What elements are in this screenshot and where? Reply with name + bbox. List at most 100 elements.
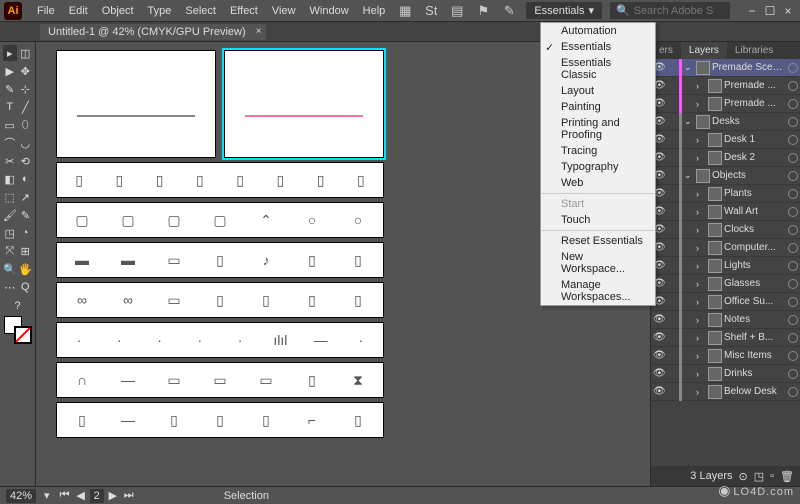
workspace-option[interactable]: Printing and Proofing bbox=[541, 115, 655, 143]
stock-icon[interactable]: St bbox=[422, 2, 440, 20]
tool-button[interactable]: ⋯ bbox=[3, 279, 17, 295]
target-icon[interactable] bbox=[788, 117, 798, 127]
artboard-strip[interactable]: ▯▯▯▯▯▯▯▯ bbox=[56, 162, 384, 198]
menu-type[interactable]: Type bbox=[141, 3, 179, 19]
search-input[interactable] bbox=[634, 5, 714, 17]
artboard-strip[interactable]: ∩—▭▭▭▯⧗ bbox=[56, 362, 384, 398]
window-close[interactable]: × bbox=[780, 3, 796, 19]
artboard-number[interactable]: 2 bbox=[90, 489, 104, 503]
tool-button[interactable]: ▶ bbox=[3, 63, 17, 79]
bridge-icon[interactable]: ▦ bbox=[396, 2, 414, 20]
layer-row[interactable]: 👁›Glasses bbox=[651, 275, 800, 293]
expand-icon[interactable]: › bbox=[696, 243, 706, 253]
visibility-icon[interactable]: 👁 bbox=[653, 332, 665, 343]
gpu-icon[interactable]: ⚑ bbox=[474, 2, 492, 20]
locate-layer-icon[interactable]: ⊙ bbox=[739, 470, 748, 483]
workspace-option[interactable]: Typography bbox=[541, 159, 655, 175]
target-icon[interactable] bbox=[788, 315, 798, 325]
menu-file[interactable]: File bbox=[30, 3, 62, 19]
tool-button[interactable]: ╱ bbox=[19, 99, 33, 115]
expand-icon[interactable]: › bbox=[696, 153, 706, 163]
expand-icon[interactable]: ⌄ bbox=[684, 170, 694, 181]
feedback-icon[interactable]: ✎ bbox=[500, 2, 518, 20]
workspace-option[interactable]: Tracing bbox=[541, 143, 655, 159]
artboard-strip[interactable]: ·····ılıl—· bbox=[56, 322, 384, 358]
layer-row[interactable]: 👁⌄Premade Scenes bbox=[651, 59, 800, 77]
expand-icon[interactable]: › bbox=[696, 81, 706, 91]
workspace-option[interactable]: Web bbox=[541, 175, 655, 191]
expand-icon[interactable]: › bbox=[696, 279, 706, 289]
arrange-icon[interactable]: ▤ bbox=[448, 2, 466, 20]
panel-tab[interactable]: Libraries bbox=[727, 42, 781, 59]
tool-button[interactable]: ✂ bbox=[3, 153, 17, 169]
target-icon[interactable] bbox=[788, 225, 798, 235]
tool-button[interactable]: ◔ bbox=[19, 225, 33, 241]
target-icon[interactable] bbox=[788, 243, 798, 253]
expand-icon[interactable]: › bbox=[696, 207, 706, 217]
tool-button[interactable]: ⬚ bbox=[3, 189, 17, 205]
target-icon[interactable] bbox=[788, 387, 798, 397]
new-sublayer-icon[interactable]: ◳ bbox=[754, 470, 764, 483]
zoom-level[interactable]: 42% bbox=[6, 489, 36, 503]
workspace-option[interactable]: Essentials Classic bbox=[541, 55, 655, 83]
target-icon[interactable] bbox=[788, 189, 798, 199]
layer-row[interactable]: 👁›Shelf + B... bbox=[651, 329, 800, 347]
artboard-scene-2[interactable] bbox=[224, 50, 384, 158]
tool-button[interactable]: 🖐 bbox=[19, 261, 33, 277]
tool-button[interactable]: 🔍 bbox=[3, 261, 17, 277]
tool-button[interactable]: ⊞ bbox=[19, 243, 33, 259]
target-icon[interactable] bbox=[788, 279, 798, 289]
workspace-option[interactable]: Manage Workspaces... bbox=[541, 277, 655, 305]
menu-select[interactable]: Select bbox=[178, 3, 223, 19]
expand-icon[interactable]: › bbox=[696, 225, 706, 235]
expand-icon[interactable]: › bbox=[696, 315, 706, 325]
expand-icon[interactable]: ⌄ bbox=[684, 116, 694, 127]
tool-button[interactable]: ▸ bbox=[3, 45, 17, 61]
expand-icon[interactable]: › bbox=[696, 351, 706, 361]
workspace-switcher[interactable]: Essentials ▾ bbox=[526, 2, 602, 19]
menu-edit[interactable]: Edit bbox=[62, 3, 95, 19]
layer-row[interactable]: 👁›Computer... bbox=[651, 239, 800, 257]
target-icon[interactable] bbox=[788, 333, 798, 343]
expand-icon[interactable]: › bbox=[696, 369, 706, 379]
layer-row[interactable]: 👁›Desk 1 bbox=[651, 131, 800, 149]
tool-button[interactable]: ↗ bbox=[19, 189, 33, 205]
layer-row[interactable]: 👁⌄Desks bbox=[651, 113, 800, 131]
layer-row[interactable]: 👁›Lights bbox=[651, 257, 800, 275]
artboard-scene-1[interactable] bbox=[56, 50, 216, 158]
workspace-option[interactable]: Reset Essentials bbox=[541, 233, 655, 249]
nav-next[interactable]: ▶ bbox=[106, 489, 120, 502]
layer-row[interactable]: 👁›Office Su... bbox=[651, 293, 800, 311]
expand-icon[interactable]: › bbox=[696, 261, 706, 271]
layer-row[interactable]: 👁›Plants bbox=[651, 185, 800, 203]
workspace-option[interactable]: New Workspace... bbox=[541, 249, 655, 277]
target-icon[interactable] bbox=[788, 369, 798, 379]
window-minimize[interactable]: − bbox=[744, 3, 760, 19]
tool-button[interactable]: 🖌 bbox=[3, 207, 17, 223]
expand-icon[interactable]: › bbox=[696, 387, 706, 397]
stroke-swatch[interactable] bbox=[14, 326, 32, 344]
tool-button[interactable]: ◧ bbox=[3, 171, 17, 187]
delete-layer-icon[interactable]: 🗑 bbox=[780, 470, 794, 483]
tool-button[interactable]: ⊹ bbox=[19, 81, 33, 97]
workspace-option[interactable]: Layout bbox=[541, 83, 655, 99]
tool-button[interactable]: Q bbox=[19, 279, 33, 295]
tool-button[interactable]: ✎ bbox=[19, 207, 32, 223]
new-layer-icon[interactable]: ▫ bbox=[770, 470, 774, 482]
workspace-option[interactable]: Touch bbox=[541, 212, 655, 228]
target-icon[interactable] bbox=[788, 351, 798, 361]
tool-button[interactable]: ⟲ bbox=[19, 153, 33, 169]
search-stock-field[interactable]: 🔍 bbox=[610, 2, 730, 19]
tool-button[interactable]: ◡ bbox=[19, 135, 33, 151]
tool-button[interactable]: ✥ bbox=[19, 63, 33, 79]
target-icon[interactable] bbox=[788, 81, 798, 91]
nav-last[interactable]: ⏭ bbox=[122, 489, 136, 502]
expand-icon[interactable]: › bbox=[696, 189, 706, 199]
nav-first[interactable]: ⏮ bbox=[58, 489, 72, 502]
tool-button[interactable]: ◐ bbox=[19, 171, 33, 187]
workspace-option[interactable]: Automation bbox=[541, 23, 655, 39]
fill-stroke-control[interactable] bbox=[4, 316, 32, 344]
visibility-icon[interactable]: 👁 bbox=[653, 368, 665, 379]
tool-button[interactable]: ⌒ bbox=[3, 135, 17, 151]
layer-row[interactable]: 👁›Premade ... bbox=[651, 77, 800, 95]
